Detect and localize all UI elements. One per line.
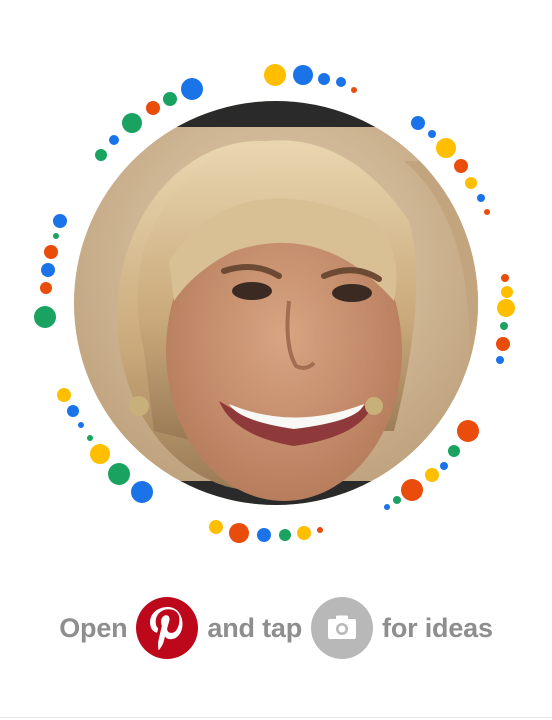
divider xyxy=(0,717,552,718)
avatar xyxy=(74,101,478,505)
pincode-dot xyxy=(317,527,323,533)
pincode-dot xyxy=(279,529,291,541)
avatar-photo xyxy=(74,101,478,505)
for-ideas-text: for ideas xyxy=(382,612,493,643)
pincode-dot xyxy=(440,462,448,470)
pincode-dot xyxy=(401,479,423,501)
and-tap-text: and tap xyxy=(207,612,303,643)
pincode-dot xyxy=(44,245,58,259)
pincode-dot xyxy=(57,388,71,402)
pincode-dot xyxy=(34,306,56,328)
pincode-dot xyxy=(264,64,286,86)
pincode-dot xyxy=(108,463,130,485)
pincode-dot xyxy=(501,274,509,282)
pincode-dot xyxy=(393,496,401,504)
pincode-dot xyxy=(318,73,330,85)
pincode-dot xyxy=(496,337,510,351)
pincode-dot xyxy=(454,159,468,173)
pincode-dot xyxy=(500,322,508,330)
pincode-dot xyxy=(53,233,59,239)
pincode-dot xyxy=(122,113,142,133)
pincode-dot xyxy=(181,78,203,100)
pincode-dot xyxy=(484,209,490,215)
pincode-dot xyxy=(209,520,223,534)
pincode-dot xyxy=(497,299,515,317)
pincode-dot xyxy=(146,101,160,115)
pincode-dot xyxy=(67,405,79,417)
pincode-area xyxy=(0,0,552,560)
camera-icon xyxy=(311,597,374,659)
pinterest-logo-icon xyxy=(136,597,199,659)
pincode-dot xyxy=(163,92,177,106)
pincode-dot xyxy=(90,444,110,464)
pincode-dot xyxy=(40,282,52,294)
pincode-dot xyxy=(257,528,271,542)
pincode-dot xyxy=(293,65,313,85)
pincode-dot xyxy=(87,435,93,441)
pincode-dot xyxy=(501,286,513,298)
pincode-dot xyxy=(496,356,504,364)
pincode-dot xyxy=(351,87,357,93)
pincode-dot xyxy=(109,135,119,145)
pincode-dot xyxy=(465,177,477,189)
pincode-dot xyxy=(425,468,439,482)
pincode-dot xyxy=(78,422,84,428)
pincode-dot xyxy=(428,130,436,138)
pincode-dot xyxy=(457,420,479,442)
pincode-dot xyxy=(477,194,485,202)
pincode-instructions: Open and tap for ideas xyxy=(0,596,552,660)
pincode-dot xyxy=(229,523,249,543)
pincode-dot xyxy=(336,77,346,87)
pincode-dot xyxy=(41,263,55,277)
pincode-dot xyxy=(131,481,153,503)
pincode-dot xyxy=(384,504,390,510)
open-text: Open xyxy=(59,612,128,643)
pincode-dot xyxy=(448,445,460,457)
pincode-dot xyxy=(95,149,107,161)
pincode-dot xyxy=(297,526,311,540)
pincode-dot xyxy=(411,116,425,130)
pincode-dot xyxy=(436,138,456,158)
pincode-dot xyxy=(53,214,67,228)
